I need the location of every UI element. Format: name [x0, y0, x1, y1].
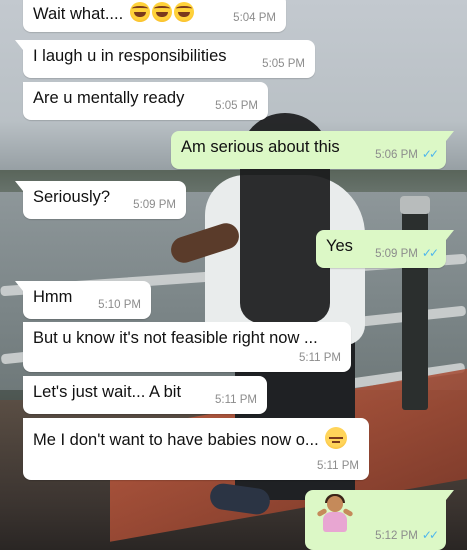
double-check-read-icon: ✓✓ — [421, 246, 439, 260]
bubble-tail — [15, 181, 23, 191]
message-bubble-incoming[interactable]: Wait what.... 5:04 PM — [23, 0, 286, 32]
message-bubble-incoming[interactable]: Hmm 5:10 PM — [15, 281, 151, 319]
message-timestamp: 5:04 PM — [233, 12, 276, 24]
message-text: Are u mentally ready — [33, 89, 185, 107]
message-timestamp: 5:11 PM — [317, 460, 359, 472]
message-bubble-incoming[interactable]: Are u mentally ready 5:05 PM — [23, 82, 268, 120]
bubble-tail — [446, 230, 454, 240]
message-text: Am serious about this — [181, 138, 340, 156]
message-text: But u know it's not feasible right now .… — [33, 329, 318, 347]
message-bubble-outgoing[interactable]: 5:12 PM ✓✓ — [305, 490, 454, 550]
message-timestamp: 5:05 PM — [262, 58, 305, 70]
message-timestamp: 5:09 PM ✓✓ — [375, 246, 439, 260]
message-timestamp: 5:12 PM ✓✓ — [375, 528, 439, 542]
message-bubble-outgoing[interactable]: Am serious about this 5:06 PM ✓✓ — [171, 131, 454, 169]
message-timestamp: 5:05 PM — [215, 100, 258, 112]
face-with-tears-of-joy-icon — [151, 2, 172, 22]
message-timestamp: 5:10 PM — [98, 299, 141, 311]
message-text: Seriously? — [33, 188, 111, 206]
message-text: Me I don't want to have babies now o... — [33, 431, 319, 449]
message-timestamp: 5:06 PM ✓✓ — [375, 147, 439, 161]
message-timestamp: 5:11 PM — [299, 352, 341, 364]
message-timestamp: 5:11 PM — [215, 394, 257, 406]
face-with-tears-of-joy-icon — [129, 2, 150, 22]
message-bubble-incoming[interactable]: Me I don't want to have babies now o... … — [23, 418, 369, 480]
bubble-tail — [15, 281, 23, 291]
bubble-tail — [446, 490, 454, 500]
bubble-tail — [446, 131, 454, 141]
message-text: I laugh u in responsibilities — [33, 47, 227, 65]
message-bubble-incoming[interactable]: Seriously? 5:09 PM — [15, 181, 186, 219]
bubble-tail — [15, 40, 23, 50]
face-with-tears-of-joy-icon — [173, 2, 194, 22]
message-bubble-outgoing[interactable]: Yes 5:09 PM ✓✓ — [316, 230, 454, 268]
message-text: Hmm — [33, 288, 73, 306]
message-text: Wait what.... — [33, 5, 124, 23]
double-check-read-icon: ✓✓ — [421, 147, 439, 161]
message-text: Let's just wait... A bit — [33, 383, 182, 401]
message-text: Yes — [326, 237, 353, 255]
message-bubble-incoming[interactable]: Let's just wait... A bit 5:11 PM — [23, 376, 267, 414]
message-bubble-incoming[interactable]: I laugh u in responsibilities 5:05 PM — [15, 40, 315, 78]
message-timestamp: 5:09 PM — [133, 199, 176, 211]
message-bubble-incoming[interactable]: But u know it's not feasible right now .… — [23, 322, 351, 372]
message-list[interactable]: Wait what.... 5:04 PM I laugh u in respo… — [0, 0, 467, 550]
double-check-read-icon: ✓✓ — [421, 528, 439, 542]
pensive-face-icon — [324, 427, 347, 449]
person-shrugging-icon — [316, 494, 354, 534]
